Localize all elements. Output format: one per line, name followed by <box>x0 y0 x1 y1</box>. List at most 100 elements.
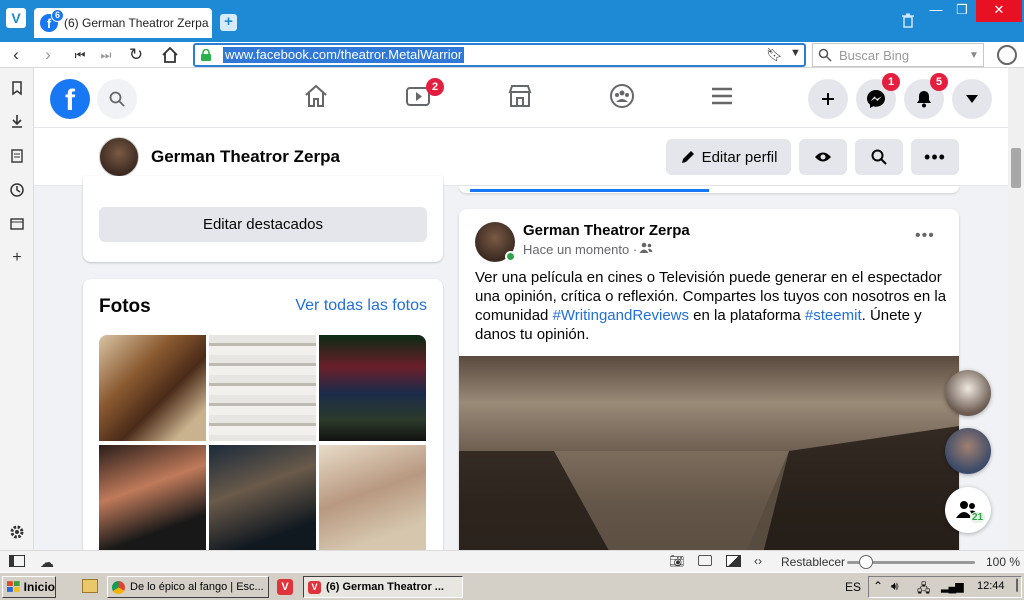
photo-friends-1[interactable] <box>99 445 206 551</box>
scrollbar-thumb[interactable] <box>1011 148 1021 188</box>
create-plus-button[interactable] <box>808 79 848 119</box>
search-field[interactable]: Buscar Bing ▼ <box>812 43 984 67</box>
profile-name[interactable]: German Theatror Zerpa <box>151 147 340 167</box>
photo-tickets[interactable] <box>209 335 316 441</box>
search-placeholder: Buscar Bing <box>839 48 910 63</box>
photos-card: Fotos Ver todas las fotos <box>83 279 443 569</box>
page-actions-icon[interactable]: ‹› <box>754 554 762 568</box>
messenger-icon <box>867 90 885 108</box>
hashtag-steemit[interactable]: #steemit <box>805 307 862 324</box>
nav-marketplace-icon[interactable] <box>506 82 538 114</box>
url-text: www.facebook.com/theatror.MetalWarrior <box>223 47 465 63</box>
vivaldi-quick-launch-icon[interactable]: V <box>277 579 293 595</box>
nav-watch-icon[interactable]: 2 <box>404 78 444 114</box>
signal-strength-icon[interactable]: ▂▄▆ <box>941 580 964 593</box>
address-field[interactable]: www.facebook.com/theatror.MetalWarrior 🔖… <box>193 43 806 67</box>
url-dropdown-icon[interactable]: ▼ <box>790 47 801 59</box>
zoom-level: 100 % <box>986 555 1021 569</box>
hashtag-writingandreviews[interactable]: #WritingandReviews <box>553 307 689 324</box>
home-icon[interactable] <box>160 45 180 65</box>
facebook-favicon-icon: f6 <box>40 9 64 32</box>
profile-search-button[interactable] <box>855 139 903 175</box>
user-profile-icon[interactable] <box>997 45 1017 65</box>
nav-home-icon[interactable] <box>302 82 334 114</box>
fb-search-button[interactable] <box>97 79 137 119</box>
edit-highlights-button[interactable]: Editar destacados <box>99 207 427 242</box>
tab-title: (6) German Theatror Zerpa <box>64 16 209 30</box>
contacts-online-button[interactable]: 21 <box>945 487 991 533</box>
more-options-button[interactable]: ••• <box>911 139 959 175</box>
forward-icon[interactable]: › <box>38 45 58 65</box>
settings-gear-icon[interactable] <box>9 524 25 540</box>
zoom-slider-knob[interactable] <box>859 555 874 569</box>
maximize-button[interactable]: ❐ <box>950 0 974 22</box>
language-indicator[interactable]: ES <box>845 580 861 594</box>
chat-head-contact-2[interactable] <box>945 428 991 474</box>
history-panel-icon[interactable] <box>9 182 25 198</box>
online-count-badge: 21 <box>970 512 986 523</box>
search-engine-dropdown-icon[interactable]: ▼ <box>969 50 979 61</box>
clock[interactable]: 12:44 <box>977 580 1005 592</box>
view-as-button[interactable] <box>799 139 847 175</box>
rewind-icon[interactable]: ⏮ <box>70 45 90 65</box>
reset-zoom-label[interactable]: Restablecer <box>781 555 845 569</box>
post-image-landing-craft[interactable] <box>459 356 959 569</box>
see-all-photos-link[interactable]: Ver todas las fotos <box>295 297 427 315</box>
tile-tabs-icon[interactable] <box>698 555 712 566</box>
page-scrollbar[interactable] <box>1008 68 1024 550</box>
taskbar-item-vivaldi[interactable]: V (6) German Theatror ... <box>303 576 463 598</box>
taskbar-item-label: (6) German Theatror ... <box>326 581 444 593</box>
bookmarks-panel-icon[interactable] <box>9 80 25 96</box>
taskbar-item-chrome[interactable]: De lo épico al fango | Esc... <box>107 576 269 598</box>
photo-dogs[interactable] <box>99 335 206 441</box>
chrome-icon <box>112 580 125 594</box>
account-menu-button[interactable] <box>952 79 992 119</box>
post-options-icon[interactable]: ••• <box>915 227 935 245</box>
post-text-part: en la plataforma <box>689 307 805 324</box>
post-card: German Theatror Zerpa Hace un momento · … <box>459 209 959 569</box>
notes-panel-icon[interactable] <box>9 148 25 164</box>
panel-toggle-icon[interactable] <box>9 555 25 567</box>
photo-team[interactable] <box>319 335 426 441</box>
photo-friends-2[interactable] <box>209 445 316 551</box>
add-panel-icon[interactable]: + <box>9 250 25 266</box>
post-time[interactable]: Hace un momento · <box>523 242 637 257</box>
images-toggle-icon[interactable] <box>726 555 741 567</box>
capture-camera-icon[interactable]: 📷︎ <box>669 554 684 568</box>
profile-avatar[interactable] <box>99 137 139 177</box>
volume-icon[interactable]: 🔊︎ <box>891 579 899 594</box>
vivaldi-menu-icon[interactable]: V <box>6 8 26 28</box>
chat-head-contact-1[interactable] <box>945 370 991 416</box>
cloud-sync-icon[interactable]: ☁︎ <box>40 554 54 571</box>
plus-icon <box>822 93 834 105</box>
window-panel-icon[interactable] <box>9 216 25 232</box>
zoom-slider[interactable] <box>847 555 975 569</box>
downloads-panel-icon[interactable] <box>9 113 25 129</box>
post-author-name[interactable]: German Theatror Zerpa <box>523 222 690 239</box>
show-desktop-icon[interactable]: ▕ <box>1009 579 1017 592</box>
bookmark-icon[interactable]: 🔖︎ <box>766 47 783 63</box>
back-icon[interactable]: ‹ <box>6 45 26 65</box>
photo-friends-3[interactable] <box>319 445 426 551</box>
nav-menu-icon[interactable] <box>708 82 740 114</box>
trash-icon[interactable] <box>900 12 916 28</box>
edit-profile-button[interactable]: Editar perfil <box>666 139 791 175</box>
facebook-logo-icon[interactable]: f <box>50 79 90 119</box>
active-tab-indicator <box>470 189 709 192</box>
start-button[interactable]: Inicio <box>2 576 56 598</box>
minimize-button[interactable]: — <box>924 0 948 22</box>
quick-launch-folder-icon[interactable] <box>82 579 98 593</box>
notifications-button[interactable]: 5 <box>904 73 948 119</box>
reload-icon[interactable]: ↻ <box>126 45 146 65</box>
post-image-shapes <box>459 426 959 569</box>
network-icon[interactable]: 🖧︎ <box>917 579 930 600</box>
close-window-button[interactable]: ✕ <box>976 0 1022 22</box>
tab-facebook[interactable]: f6 (6) German Theatror Zerpa <box>34 8 212 38</box>
nav-groups-icon[interactable] <box>608 82 640 114</box>
start-label: Inicio <box>23 580 55 594</box>
tray-expand-icon[interactable]: ⌃ <box>873 579 883 593</box>
pencil-icon <box>681 151 694 163</box>
messenger-button[interactable]: 1 <box>856 73 900 119</box>
fast-forward-icon[interactable]: ⏭ <box>96 45 116 65</box>
new-tab-button[interactable]: + <box>220 14 237 31</box>
